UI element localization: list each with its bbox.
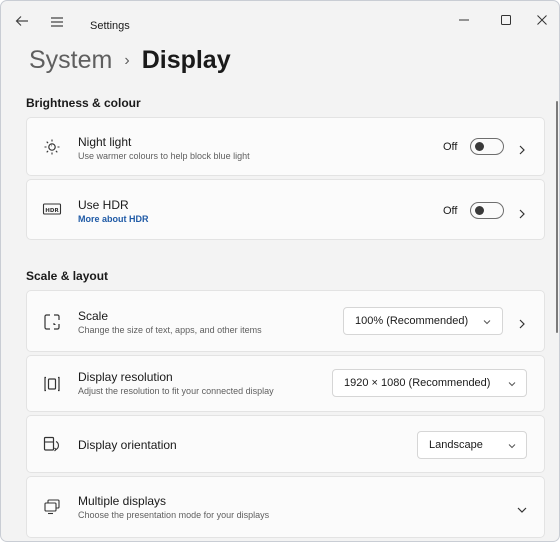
scale-row[interactable]: Scale Change the size of text, apps, and…: [26, 290, 545, 352]
chevron-down-icon[interactable]: [517, 502, 527, 513]
chevron-right-icon[interactable]: [517, 206, 527, 219]
display-orientation-dropdown[interactable]: Landscape: [417, 431, 527, 459]
chevron-right-icon[interactable]: [517, 142, 527, 155]
hamburger-menu-icon[interactable]: [50, 15, 64, 27]
window-title: Settings: [90, 20, 130, 32]
scale-description: Change the size of text, apps, and other…: [78, 325, 262, 335]
maximize-button[interactable]: [490, 7, 524, 33]
display-orientation-value: Landscape: [429, 439, 483, 451]
display-resolution-description: Adjust the resolution to fit your connec…: [78, 386, 274, 396]
scale-dropdown-value: 100% (Recommended): [355, 315, 469, 327]
chevron-right-icon[interactable]: [517, 316, 527, 329]
night-light-state: Off: [443, 141, 458, 153]
display-orientation-icon: [42, 434, 62, 454]
maximize-icon: [501, 15, 511, 25]
hdr-icon-label: HDR: [45, 208, 59, 214]
multiple-displays-description: Choose the presentation mode for your di…: [78, 510, 270, 520]
breadcrumb: System › Display: [29, 46, 231, 75]
night-light-title: Night light: [78, 135, 132, 149]
breadcrumb-separator: ›: [124, 52, 130, 69]
display-resolution-row: Display resolution Adjust the resolution…: [26, 355, 545, 412]
chevron-down-icon: [508, 379, 516, 387]
use-hdr-title: Use HDR: [78, 198, 129, 212]
display-resolution-title: Display resolution: [78, 370, 173, 384]
use-hdr-toggle[interactable]: [470, 202, 504, 219]
scale-title: Scale: [78, 309, 109, 323]
chevron-down-icon: [508, 441, 516, 449]
use-hdr-row[interactable]: HDR Use HDR More about HDR Off: [26, 179, 545, 240]
scale-icon: [42, 312, 62, 332]
section-scale-layout: Scale & layout: [26, 269, 109, 283]
chevron-down-icon: [483, 317, 491, 325]
night-light-row[interactable]: Night light Use warmer colours to help b…: [26, 117, 545, 176]
title-bar: Settings: [1, 1, 559, 41]
night-light-description: Use warmer colours to help block blue li…: [78, 151, 250, 161]
section-brightness-colour: Brightness & colour: [26, 96, 141, 110]
close-icon: [537, 15, 547, 25]
settings-window: Settings System › Display Brightness & col…: [0, 0, 560, 542]
close-button[interactable]: [526, 7, 559, 33]
toggle-knob: [475, 142, 484, 151]
display-resolution-icon: [42, 374, 62, 394]
toggle-knob: [475, 206, 484, 215]
display-orientation-title: Display orientation: [78, 438, 177, 452]
hdr-icon: HDR: [42, 201, 62, 221]
scrollbar[interactable]: [556, 101, 558, 333]
night-light-icon: [42, 137, 62, 157]
display-resolution-dropdown[interactable]: 1920 × 1080 (Recommended): [332, 369, 527, 397]
night-light-toggle[interactable]: [470, 138, 504, 155]
breadcrumb-system[interactable]: System: [29, 46, 112, 74]
display-orientation-row: Display orientation Landscape: [26, 415, 545, 473]
minimize-icon: [459, 19, 469, 21]
display-resolution-value: 1920 × 1080 (Recommended): [344, 377, 491, 389]
more-about-hdr-link[interactable]: More about HDR: [78, 214, 149, 224]
page-title: Display: [141, 46, 231, 74]
minimize-button[interactable]: [448, 7, 482, 33]
use-hdr-state: Off: [443, 205, 458, 217]
multiple-displays-row[interactable]: Multiple displays Choose the presentatio…: [26, 476, 545, 538]
multiple-displays-icon: [42, 497, 62, 517]
scale-dropdown[interactable]: 100% (Recommended): [343, 307, 503, 335]
multiple-displays-title: Multiple displays: [78, 494, 167, 508]
back-arrow-icon[interactable]: [15, 14, 29, 28]
